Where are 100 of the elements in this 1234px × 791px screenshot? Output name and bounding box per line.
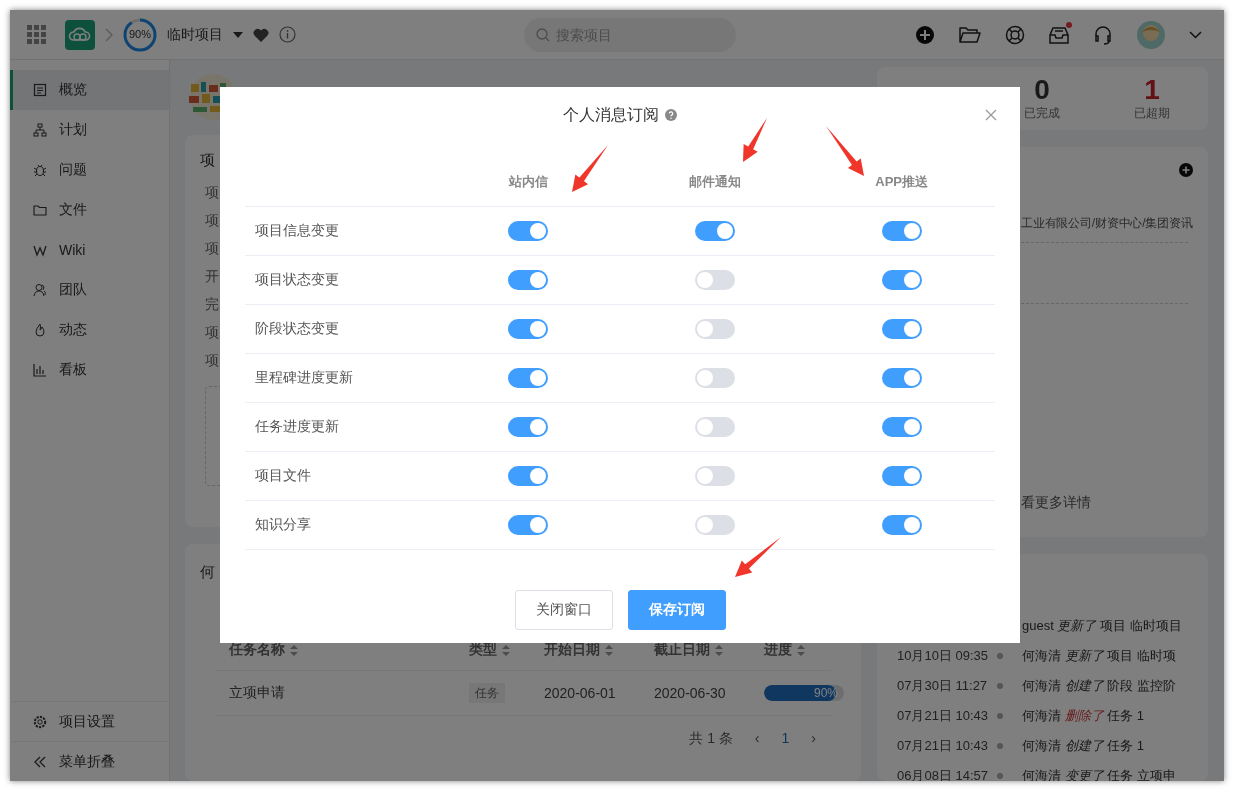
- toggle-switch[interactable]: [508, 417, 549, 437]
- toggle-switch[interactable]: [508, 319, 549, 339]
- event-label: 项目文件: [254, 467, 312, 485]
- annotation-arrow: [572, 145, 608, 192]
- flame-icon: [33, 323, 47, 337]
- toggle-switch[interactable]: [881, 466, 922, 486]
- dialog-title: 个人消息订阅: [563, 104, 659, 125]
- card-title: 何: [200, 563, 216, 582]
- close-button[interactable]: 关闭窗口: [514, 590, 613, 630]
- bug-icon: [33, 163, 47, 177]
- toggle-switch[interactable]: [695, 319, 735, 339]
- toggle-switch[interactable]: [881, 221, 922, 241]
- sidebar-item[interactable]: 看板: [10, 350, 169, 390]
- toggle-switch[interactable]: [508, 466, 549, 486]
- more-details-link[interactable]: 看更多详情: [1021, 494, 1208, 512]
- folder-icon[interactable]: [959, 25, 981, 44]
- timeline-dot: [997, 683, 1003, 689]
- field-label: 项: [204, 323, 219, 342]
- toggle-switch[interactable]: [695, 466, 735, 486]
- avatar[interactable]: [1137, 20, 1165, 49]
- sidebar-item[interactable]: 问题: [10, 150, 169, 190]
- toggle-switch[interactable]: [695, 515, 735, 535]
- search-icon: [536, 27, 550, 42]
- toggle-switch[interactable]: [508, 368, 549, 388]
- toggle-switch[interactable]: [508, 515, 549, 535]
- sidebar-item[interactable]: 团队: [10, 270, 169, 310]
- column-header[interactable]: 类型: [469, 641, 544, 659]
- toggle-switch[interactable]: [695, 221, 735, 241]
- field-label: 项: [204, 239, 219, 258]
- stat-value: 1: [1144, 75, 1160, 105]
- caret-icon[interactable]: [233, 31, 243, 38]
- stat-label: 已超期: [1134, 105, 1170, 122]
- info-icon[interactable]: [279, 26, 296, 43]
- event-label: 项目状态变更: [254, 271, 340, 289]
- lifebuoy-icon[interactable]: [1005, 24, 1025, 45]
- chevron-down-icon[interactable]: [1189, 30, 1202, 39]
- help-icon[interactable]: [665, 109, 677, 121]
- stat-label: 已完成: [1024, 105, 1060, 122]
- stat-value: 0: [1034, 75, 1050, 105]
- table-cell-text: 2020-06-30: [654, 685, 727, 701]
- prev-page-button[interactable]: ‹: [754, 730, 760, 748]
- settings-icon: [33, 714, 47, 729]
- apps-grid-icon[interactable]: [27, 24, 47, 45]
- field-label: 完: [204, 295, 219, 314]
- column-header[interactable]: 进度: [764, 641, 831, 659]
- sort-icon: [797, 644, 805, 656]
- timeline-dot: [997, 653, 1003, 659]
- progress-label: 90%: [128, 27, 152, 40]
- table-cell-text: 立项申请: [229, 684, 286, 702]
- column-header[interactable]: 截止日期: [654, 641, 764, 659]
- add-icon[interactable]: [1179, 163, 1193, 177]
- sidebar-item[interactable]: 项目设置: [10, 701, 169, 741]
- activity-time: 07月21日 10:43: [897, 737, 990, 755]
- event-label: 任务进度更新: [254, 418, 340, 436]
- field-label: 项: [204, 211, 219, 230]
- column-header: APP推送: [874, 173, 930, 191]
- people-icon: [33, 283, 47, 297]
- activity-text: 何海清 创建了 阶段 监控阶: [1022, 677, 1176, 695]
- next-page-button[interactable]: ›: [811, 730, 816, 748]
- activity-time: 07月30日 11:27: [897, 677, 989, 695]
- annotation-arrow: [743, 118, 767, 162]
- headset-icon[interactable]: [1093, 24, 1113, 45]
- save-button[interactable]: 保存订阅: [627, 590, 726, 630]
- sidebar-item[interactable]: 概览: [10, 70, 169, 110]
- double-chevron-left-icon: [33, 754, 47, 769]
- toggle-switch[interactable]: [881, 368, 922, 388]
- toggle-switch[interactable]: [881, 270, 922, 290]
- sidebar-item[interactable]: 动态: [10, 310, 169, 350]
- type-tag: 任务: [469, 683, 505, 703]
- close-icon[interactable]: [985, 109, 997, 121]
- sidebar-item[interactable]: 计划: [10, 110, 169, 150]
- event-label: 阶段状态变更: [254, 320, 340, 338]
- event-label: 项目信息变更: [254, 222, 340, 240]
- bar-chart-icon: [33, 363, 47, 377]
- project-name[interactable]: 临时项目: [167, 25, 223, 44]
- toggle-switch[interactable]: [881, 515, 922, 535]
- sidebar-item[interactable]: Wiki: [10, 230, 169, 270]
- document-icon: [33, 83, 47, 97]
- toggle-switch[interactable]: [695, 270, 735, 290]
- toggle-switch[interactable]: [508, 270, 549, 290]
- add-icon[interactable]: [915, 24, 935, 45]
- inbox-icon[interactable]: [1049, 25, 1069, 44]
- toggle-switch[interactable]: [508, 221, 549, 241]
- total-count: 共 1 条: [689, 730, 733, 748]
- card-title: 项: [200, 150, 216, 170]
- column-header[interactable]: 任务名称: [229, 641, 469, 659]
- toggle-switch[interactable]: [881, 319, 922, 339]
- heart-icon[interactable]: [253, 27, 269, 42]
- sidebar-item[interactable]: 菜单折叠: [10, 741, 169, 781]
- toggle-switch[interactable]: [695, 417, 735, 437]
- page-number[interactable]: 1: [781, 730, 790, 748]
- activity-time: 10月10日 09:35: [897, 647, 990, 665]
- column-header[interactable]: 开始日期: [544, 641, 654, 659]
- cloud-logo-icon[interactable]: [65, 19, 95, 50]
- table-cell-text: 2020-06-01: [544, 685, 617, 701]
- toggle-switch[interactable]: [695, 368, 735, 388]
- activity-time: 06月08日 14:57: [897, 767, 990, 781]
- toggle-switch[interactable]: [881, 417, 922, 437]
- chevron-right-icon: [105, 27, 113, 42]
- sidebar-item[interactable]: 文件: [10, 190, 169, 230]
